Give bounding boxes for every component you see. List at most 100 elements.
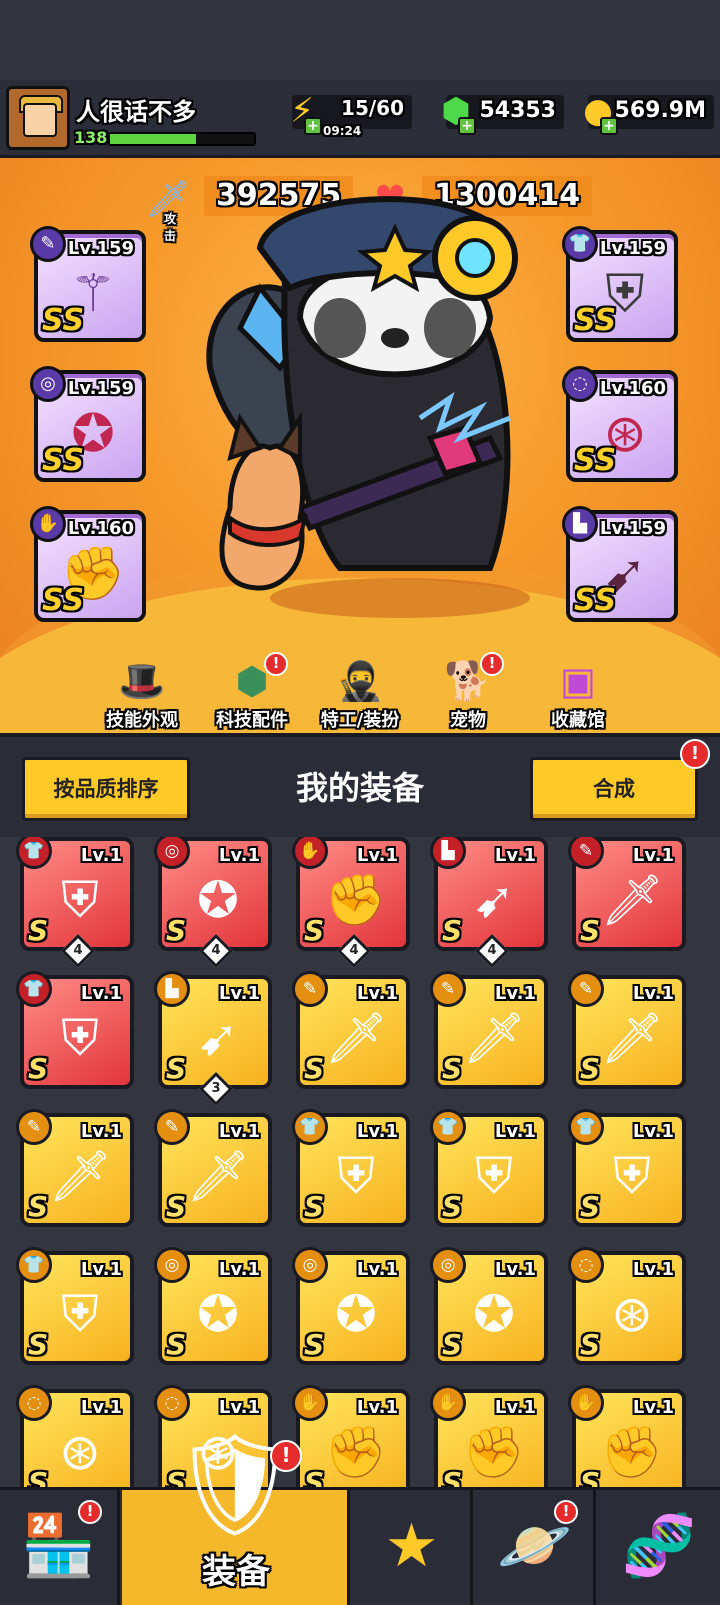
player-avatar[interactable]: [6, 86, 70, 150]
equipped-necklace-slot[interactable]: ◎ Lv.159 ✪ SS: [30, 366, 146, 482]
item-count-badge: 4: [199, 934, 233, 968]
add-gems-button[interactable]: +: [458, 117, 476, 135]
inventory-item[interactable]: ✋ Lv.1 ✊ S: [292, 1385, 410, 1487]
item-level: Lv.1: [632, 1259, 674, 1280]
inventory-item[interactable]: 👕 Lv.1 ⛨ S: [16, 971, 134, 1089]
energy-timer: 09:24: [323, 124, 362, 138]
coin-counter[interactable]: ● + 569.9M: [583, 91, 714, 135]
inventory-item[interactable]: ✎ Lv.1 🗡 S: [292, 971, 410, 1089]
inventory-item[interactable]: ▙ Lv.1 ➹ S 4: [430, 837, 548, 968]
item-grade: S: [580, 1052, 601, 1085]
menu-pets[interactable]: 🐕 宠物 !: [408, 652, 528, 732]
menu-label: 收藏馆: [551, 710, 605, 731]
inventory-item[interactable]: 👕 Lv.1 ⛨ S: [16, 1247, 134, 1365]
necklace-type-icon: ◎: [430, 1247, 466, 1283]
inventory-item[interactable]: ◎ Lv.1 ✪ S: [430, 1247, 548, 1365]
weapon-type-icon: ✎: [292, 971, 328, 1007]
slot-grade: SS: [42, 303, 85, 338]
equipment-controls: 按品质排序 我的装备 合成 !: [0, 733, 720, 837]
player-name: 人很话不多: [76, 98, 196, 126]
inventory-item[interactable]: ◌ Lv.1 ⊛ S: [568, 1247, 686, 1365]
item-level: Lv.1: [80, 845, 122, 866]
boots-type-icon: ▙: [154, 971, 190, 1007]
item-level: Lv.1: [218, 1397, 260, 1418]
inventory-item[interactable]: ◎ Lv.1 ✪ S: [154, 1247, 272, 1365]
inventory-item[interactable]: ✎ Lv.1 🗡 S: [568, 971, 686, 1089]
attack-label: 攻击: [164, 212, 177, 243]
alert-badge: !: [270, 1440, 302, 1472]
slot-grade: SS: [42, 583, 85, 618]
inventory-item[interactable]: ✎ Lv.1 🗡 S: [430, 971, 548, 1089]
inventory-item[interactable]: ✎ Lv.1 🗡 S: [568, 837, 686, 951]
inventory-item[interactable]: 👕 Lv.1 ⛨ S: [292, 1109, 410, 1227]
equipped-weapon-slot[interactable]: ✎ Lv.159 ⚚ SS: [30, 226, 146, 342]
agent-icon: 🥷: [336, 659, 384, 703]
inventory-item[interactable]: ▙ Lv.1 ➹ S 3: [154, 971, 272, 1106]
menu-skill-appearance[interactable]: 🎩 技能外观: [82, 658, 202, 732]
boots-type-icon: ▙: [562, 506, 598, 542]
item-count-badge: 4: [475, 934, 509, 968]
menu-tech-parts[interactable]: ⬢ 科技配件 !: [192, 652, 312, 732]
merge-button[interactable]: 合成: [530, 757, 698, 821]
menu-agent-outfit[interactable]: 🥷 特工/装扮: [300, 658, 420, 732]
nav-planet-tab[interactable]: 🪐 !: [476, 1490, 596, 1605]
equipped-armor-slot[interactable]: 👕 Lv.159 ⛨ SS: [562, 226, 678, 342]
equipped-belt-slot[interactable]: ◌ Lv.160 ⊛ SS: [562, 366, 678, 482]
nav-heroes-tab[interactable]: ★: [353, 1490, 473, 1605]
slot-level: Lv.159: [67, 238, 134, 259]
armor-type-icon: 👕: [568, 1109, 604, 1145]
equipment-icon: 🛡: [171, 1426, 299, 1543]
player-header: 人很话不多 138 ⚡ + 15/60 ⬢ + 54353 ● + 569.9M: [0, 80, 720, 158]
armor-icon: ⛨: [61, 1009, 99, 1067]
add-energy-button[interactable]: +: [304, 117, 322, 135]
inventory-item[interactable]: 👕 Lv.1 ⛨ S: [430, 1109, 548, 1227]
dna-icon: 🧬: [621, 1511, 697, 1581]
inventory-item[interactable]: ✎ Lv.1 🗡 S: [16, 1109, 134, 1227]
gloves-type-icon: ✋: [430, 1385, 466, 1421]
nav-talent-tab[interactable]: 🧬: [599, 1490, 719, 1605]
item-level: Lv.1: [494, 1259, 536, 1280]
weapon-type-icon: ✎: [568, 837, 604, 869]
item-grade: S: [442, 914, 463, 947]
alert-badge: !: [264, 652, 288, 676]
inventory-item[interactable]: ✋ Lv.1 ✊ S: [568, 1385, 686, 1487]
equipped-boots-slot[interactable]: ▙ Lv.159 ➹ SS: [562, 506, 678, 622]
inventory-item[interactable]: ◌ Lv.1 ⊛ S: [16, 1385, 134, 1487]
inventory-item[interactable]: 👕 Lv.1 ⛨ S 4: [16, 837, 134, 968]
necklace-icon: ✪: [335, 1285, 377, 1343]
inventory-grid: 👕 Lv.1 ⛨ S 4 ◎ Lv.1 ✪ S 4 ✋ Lv.1 ✊ S 4 ▙ Lv.1 ➹ S 4 ✎ Lv.1 🗡 S 👕…: [0, 837, 720, 1487]
armor-icon: ⛨: [475, 1147, 513, 1205]
slot-level: Lv.160: [67, 518, 134, 539]
item-count: 4: [73, 943, 83, 958]
menu-collection[interactable]: ▣ 收藏馆: [518, 658, 638, 732]
alert-badge: !: [480, 652, 504, 676]
nav-equipment-tab[interactable]: 🛡 ! 装备: [122, 1426, 350, 1605]
gloves-icon: ✊: [324, 1423, 388, 1481]
gem-value: 54353: [479, 98, 556, 123]
weapon-type-icon: ✎: [568, 971, 604, 1007]
inventory-item[interactable]: ✋ Lv.1 ✊ S: [430, 1385, 548, 1487]
item-grade: S: [28, 1328, 49, 1361]
inventory-item[interactable]: ✋ Lv.1 ✊ S 4: [292, 837, 410, 968]
slot-grade: SS: [574, 583, 617, 618]
gloves-icon: ✊: [600, 1423, 664, 1481]
chest-icon: ▣: [560, 659, 596, 703]
item-level: Lv.1: [494, 983, 536, 1004]
slot-level: Lv.159: [599, 238, 666, 259]
gem-counter[interactable]: ⬢ + 54353: [441, 91, 564, 135]
wizard-hat-icon: 🎩: [118, 659, 166, 703]
weapon-type-icon: ✎: [30, 226, 66, 262]
inventory-item[interactable]: ◎ Lv.1 ✪ S 4: [154, 837, 272, 968]
sort-by-quality-button[interactable]: 按品质排序: [22, 757, 190, 821]
inventory-item[interactable]: ✎ Lv.1 🗡 S: [154, 1109, 272, 1227]
slot-level: Lv.159: [67, 378, 134, 399]
necklace-type-icon: ◎: [154, 837, 190, 869]
inventory-item[interactable]: 👕 Lv.1 ⛨ S: [568, 1109, 686, 1227]
nav-shop-tab[interactable]: 🏪 !: [0, 1490, 120, 1605]
item-level: Lv.1: [632, 845, 674, 866]
inventory-item[interactable]: ◎ Lv.1 ✪ S: [292, 1247, 410, 1365]
weapon-type-icon: ✎: [154, 1109, 190, 1145]
equipped-gloves-slot[interactable]: ✋ Lv.160 ✊ SS: [30, 506, 146, 622]
necklace-type-icon: ◎: [154, 1247, 190, 1283]
necklace-type-icon: ◎: [292, 1247, 328, 1283]
